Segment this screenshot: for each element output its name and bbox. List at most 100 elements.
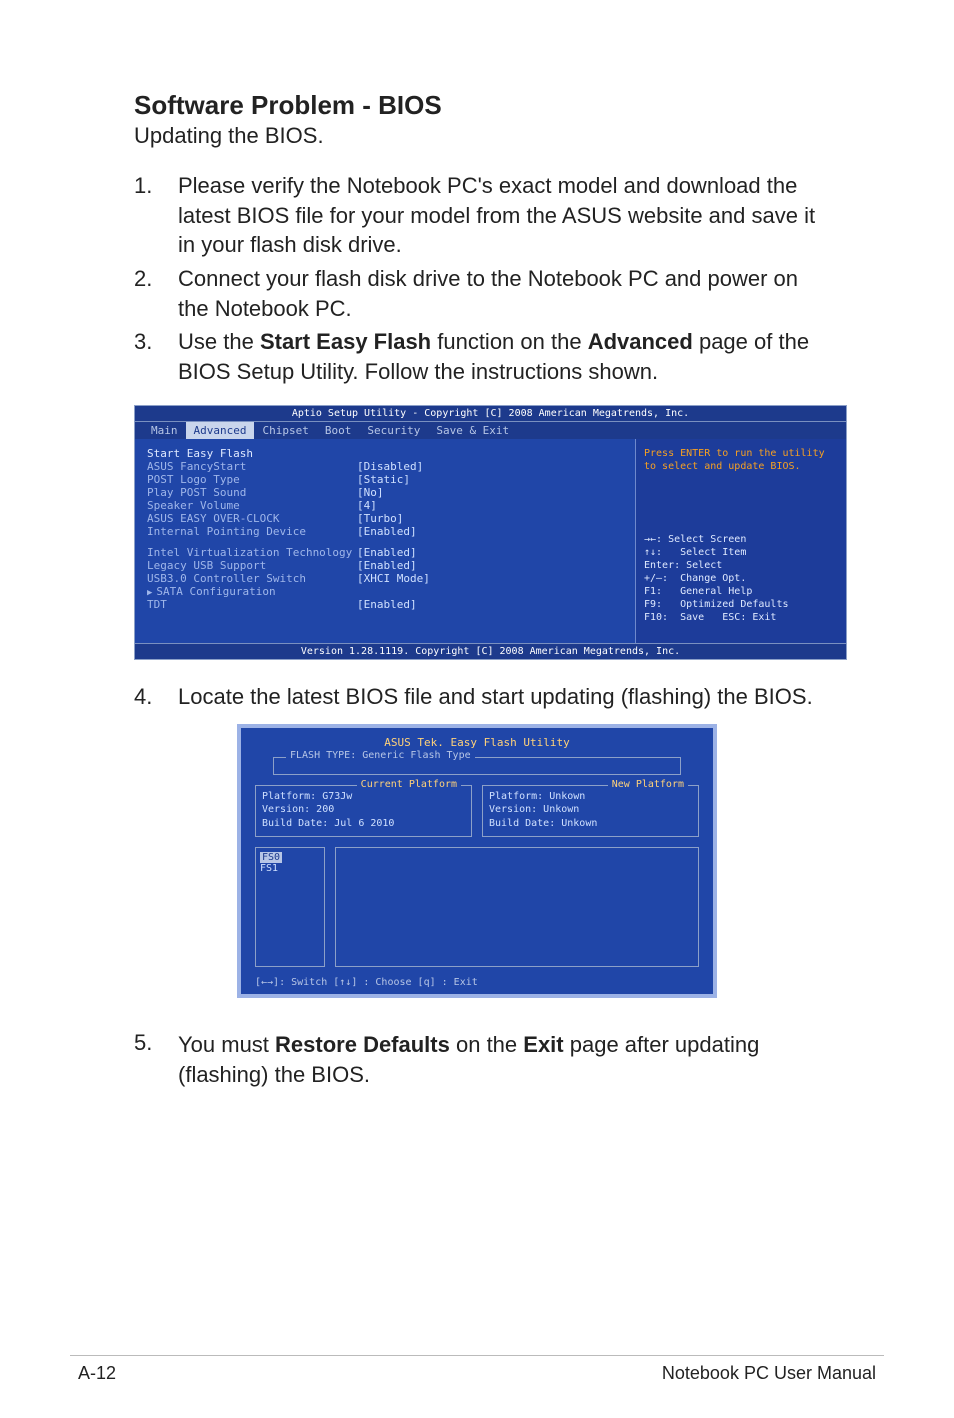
platform-line: Platform: G73Jw (262, 790, 465, 804)
setting-row[interactable]: ASUS FancyStart[Disabled] (147, 460, 625, 473)
setting-label: POST Logo Type (147, 473, 357, 486)
setting-label: Start Easy Flash (147, 447, 357, 460)
setting-value: [Turbo] (357, 512, 403, 525)
bios-footer: Version 1.28.1119. Copyright [C] 2008 Am… (135, 643, 846, 659)
tab-main[interactable]: Main (143, 422, 186, 439)
setting-row[interactable]: Legacy USB Support[Enabled] (147, 559, 625, 572)
step-5: 5. You must Restore Defaults on the Exit… (134, 1030, 820, 1089)
easy-flash-screenshot: ASUS Tek. Easy Flash Utility FLASH TYPE:… (237, 724, 717, 999)
step-text: Please verify the Notebook PC's exact mo… (178, 171, 820, 260)
tab-save-exit[interactable]: Save & Exit (428, 422, 517, 439)
platform-line: Build Date: Jul 6 2010 (262, 817, 465, 831)
hint-line: F1: General Help (644, 585, 838, 598)
page-footer: A-12 Notebook PC User Manual (0, 1363, 954, 1384)
setting-label: TDT (147, 598, 357, 611)
tab-chipset[interactable]: Chipset (254, 422, 316, 439)
page-number: A-12 (78, 1363, 116, 1384)
drive-list[interactable]: FS0 FS1 (255, 847, 325, 967)
setting-value: [Enabled] (357, 559, 417, 572)
setting-row[interactable]: Play POST Sound[No] (147, 486, 625, 499)
bios-settings-pane: Start Easy Flash ASUS FancyStart[Disable… (135, 439, 636, 643)
step-4: 4. Locate the latest BIOS file and start… (134, 684, 820, 710)
drive-item-fs0[interactable]: FS0 (260, 852, 282, 863)
current-platform-box: Current Platform Platform: G73Jw Version… (255, 785, 472, 838)
step-number: 4. (134, 684, 178, 710)
setting-label: ASUS EASY OVER-CLOCK (147, 512, 357, 525)
text-frag: You must (178, 1032, 275, 1057)
easy-flash-nav-hint: [←→]: Switch [↑↓] : Choose [q] : Exit (255, 977, 699, 988)
step-text: Connect your flash disk drive to the Not… (178, 264, 820, 323)
setting-value: [Enabled] (357, 525, 417, 538)
setting-label: SATA Configuration (147, 585, 357, 598)
platform-line: Version: Unkown (489, 803, 692, 817)
step-text: Locate the latest BIOS file and start up… (178, 684, 813, 710)
setting-row[interactable]: ASUS EASY OVER-CLOCK[Turbo] (147, 512, 625, 525)
setting-start-easy-flash[interactable]: Start Easy Flash (147, 447, 625, 460)
step-1: 1. Please verify the Notebook PC's exact… (134, 171, 820, 260)
hint-line: →←: Select Screen (644, 533, 838, 546)
setting-label: ASUS FancyStart (147, 460, 357, 473)
setting-row[interactable]: Internal Pointing Device[Enabled] (147, 525, 625, 538)
steps-list: 1. Please verify the Notebook PC's exact… (134, 171, 820, 387)
drive-item-fs1[interactable]: FS1 (260, 863, 320, 874)
help-text: Press ENTER to run the utility (644, 447, 838, 460)
platform-row: Current Platform Platform: G73Jw Version… (255, 785, 699, 838)
tab-boot[interactable]: Boot (317, 422, 360, 439)
bold-text: Start Easy Flash (260, 329, 431, 354)
setting-label: Legacy USB Support (147, 559, 357, 572)
setting-row[interactable]: TDT[Enabled] (147, 598, 625, 611)
setting-value: [Enabled] (357, 598, 417, 611)
bold-text: Exit (523, 1032, 563, 1057)
tab-advanced[interactable]: Advanced (186, 422, 255, 439)
tab-security[interactable]: Security (359, 422, 428, 439)
setting-sata-config[interactable]: SATA Configuration (147, 585, 625, 598)
step-number: 2. (134, 264, 178, 323)
help-text: to select and update BIOS. (644, 460, 838, 473)
setting-value: [XHCI Mode] (357, 572, 430, 585)
text-frag: on the (450, 1032, 523, 1057)
footer-rule (70, 1355, 884, 1356)
setting-row[interactable]: Speaker Volume[4] (147, 499, 625, 512)
hint-line: ↑↓: Select Item (644, 546, 838, 559)
hint-line: +/—: Change Opt. (644, 572, 838, 585)
easy-flash-wrap: ASUS Tek. Easy Flash Utility FLASH TYPE:… (134, 724, 820, 999)
setting-value: [Disabled] (357, 460, 423, 473)
file-browser-row: FS0 FS1 (255, 847, 699, 967)
platform-line: Version: 200 (262, 803, 465, 817)
setting-label: Play POST Sound (147, 486, 357, 499)
document-page: Software Problem - BIOS Updating the BIO… (0, 0, 954, 1418)
box-label: Current Platform (357, 778, 461, 792)
setting-value: [Enabled] (357, 546, 417, 559)
section-title: Software Problem - BIOS (134, 90, 820, 121)
setting-value: [No] (357, 486, 384, 499)
setting-row[interactable]: POST Logo Type[Static] (147, 473, 625, 486)
new-platform-box: New Platform Platform: Unkown Version: U… (482, 785, 699, 838)
hint-line: F10: Save ESC: Exit (644, 611, 838, 624)
setting-value: [Static] (357, 473, 410, 486)
bios-tabs: Main Advanced Chipset Boot Security Save… (135, 422, 846, 439)
step-3: 3. Use the Start Easy Flash function on … (134, 327, 820, 386)
setting-label: USB3.0 Controller Switch (147, 572, 357, 585)
setting-row[interactable]: USB3.0 Controller Switch[XHCI Mode] (147, 572, 625, 585)
platform-line: Platform: Unkown (489, 790, 692, 804)
flash-type-box: FLASH TYPE: Generic Flash Type (273, 757, 681, 775)
content-area: Software Problem - BIOS Updating the BIO… (0, 90, 954, 1090)
step-text: You must Restore Defaults on the Exit pa… (178, 1030, 820, 1089)
flash-type-label: FLASH TYPE: Generic Flash Type (286, 750, 475, 761)
step-text: Use the Start Easy Flash function on the… (178, 327, 820, 386)
step-number: 5. (134, 1030, 178, 1089)
text-frag: function on the (431, 329, 588, 354)
step-2: 2. Connect your flash disk drive to the … (134, 264, 820, 323)
bios-body: Start Easy Flash ASUS FancyStart[Disable… (135, 439, 846, 643)
text-frag: Use the (178, 329, 260, 354)
setting-label: Intel Virtualization Technology (147, 546, 357, 559)
file-list[interactable] (335, 847, 699, 967)
spacer (147, 538, 625, 546)
step-number: 1. (134, 171, 178, 260)
box-label: New Platform (608, 778, 688, 792)
section-subtitle: Updating the BIOS. (134, 123, 820, 149)
bios-header: Aptio Setup Utility - Copyright [C] 2008… (135, 406, 846, 422)
bios-setup-screenshot: Aptio Setup Utility - Copyright [C] 2008… (134, 405, 847, 660)
setting-row[interactable]: Intel Virtualization Technology[Enabled] (147, 546, 625, 559)
easy-flash-title: ASUS Tek. Easy Flash Utility (249, 736, 705, 749)
